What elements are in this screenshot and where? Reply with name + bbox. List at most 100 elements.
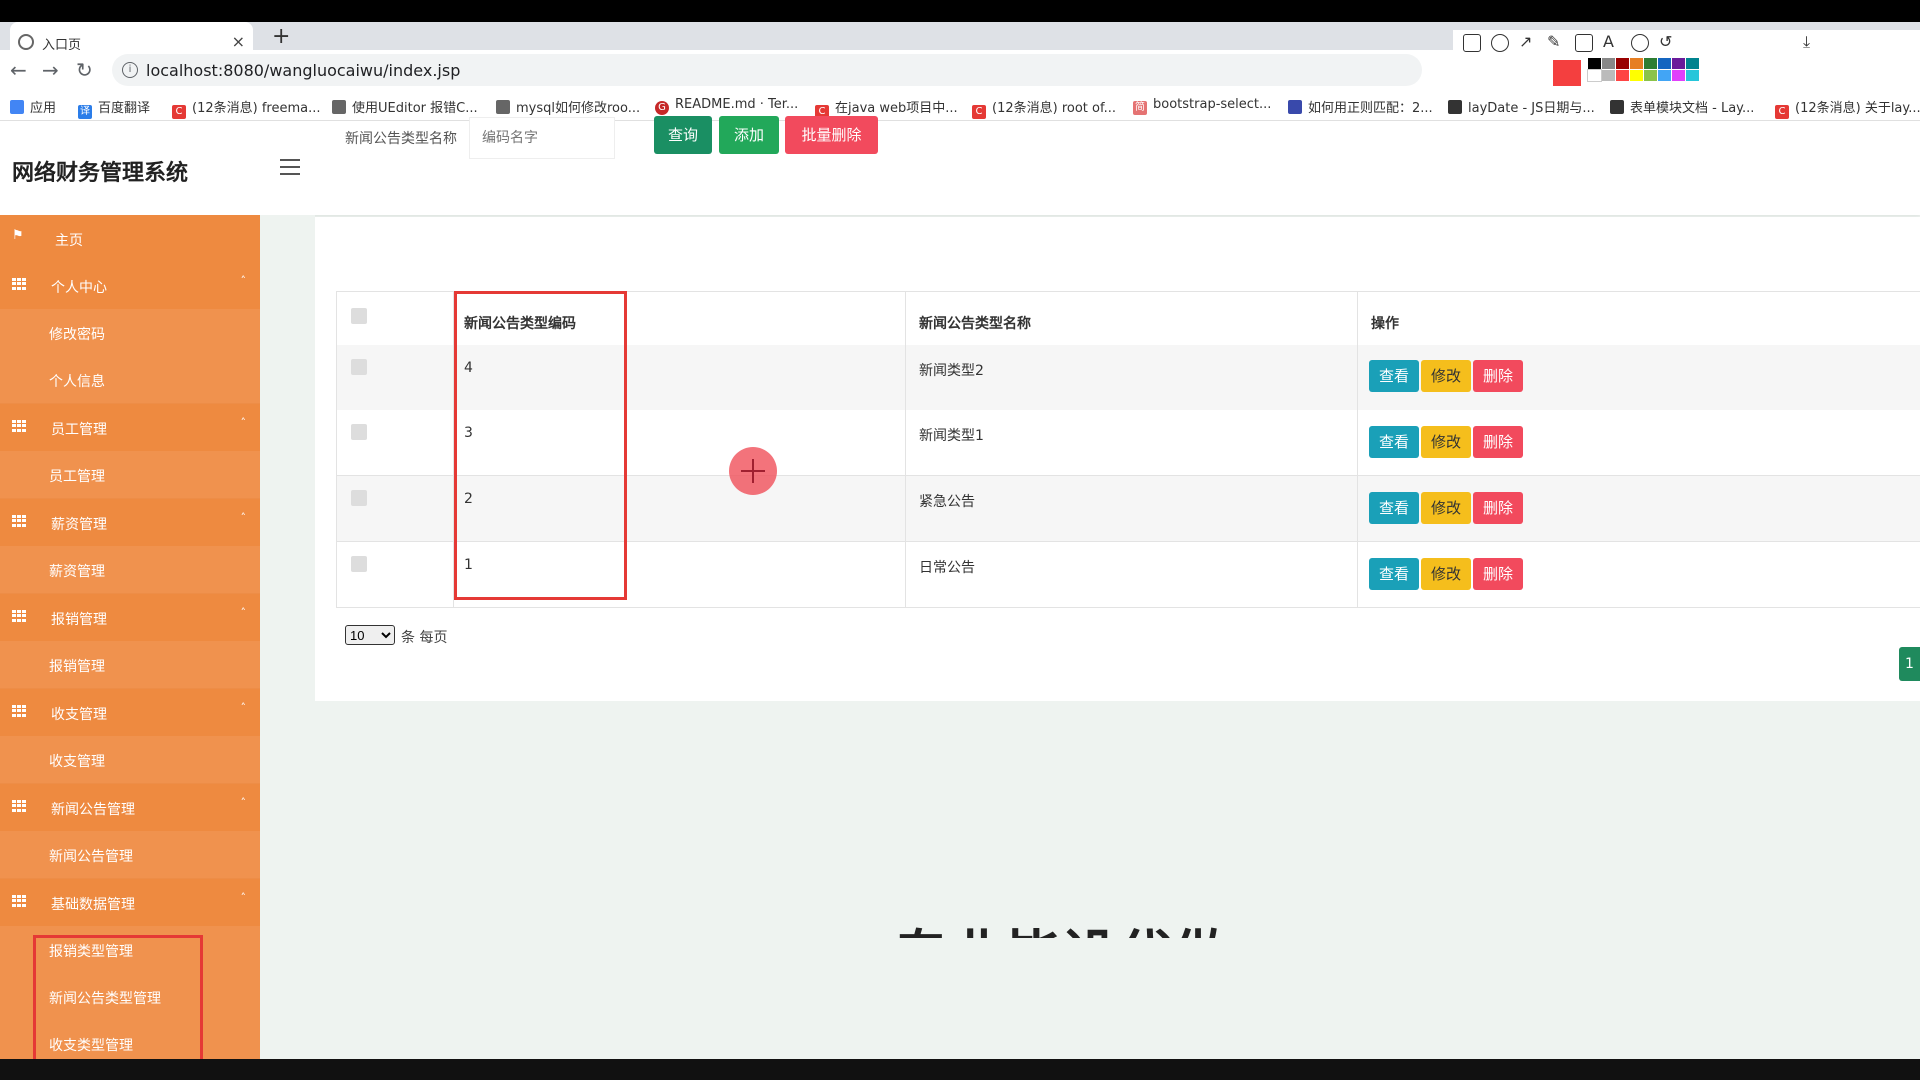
bookmark-item[interactable]: 简 bootstrap-select... <box>1133 97 1271 115</box>
bookmark-item[interactable]: C (12条消息) root of... <box>972 97 1116 119</box>
flag-icon: ⚑ <box>12 228 24 243</box>
csdn-icon: C <box>972 105 986 119</box>
row-name: 日常公告 <box>906 542 1358 607</box>
sidebar-item-employee[interactable]: 员工管理 <box>0 451 260 498</box>
sidebar-item-income[interactable]: 收支管理 <box>0 736 260 783</box>
sidebar-group-income[interactable]: 收支管理 ˄ <box>0 689 260 736</box>
add-button[interactable]: 添加 <box>719 116 779 154</box>
url-text: localhost:8080/wangluocaiwu/index.jsp <box>146 61 461 80</box>
page-number-button[interactable]: 1 <box>1899 647 1920 681</box>
sidebar-group-basic-data[interactable]: 基础数据管理 ˄ <box>0 879 260 926</box>
bookmark-item[interactable]: 使用UEditor 报错C... <box>332 97 478 116</box>
circle-tool-icon[interactable] <box>1491 34 1509 52</box>
page-size-select[interactable]: 10 <box>345 625 395 645</box>
row-checkbox[interactable] <box>351 490 367 506</box>
bookmark-item[interactable]: mysql如何修改roo... <box>496 97 640 116</box>
app-brand: 网络财务管理系统 <box>12 161 189 186</box>
grid-icon <box>12 278 26 290</box>
bookmark-item[interactable]: 表单模块文档 - Lay... <box>1610 97 1754 116</box>
color-palette[interactable] <box>1587 58 1699 82</box>
sidebar: ⚑ 主页 个人中心 ˄ 修改密码 个人信息 员工管理 ˄ 员工管理 薪资管理 ˄… <box>0 215 260 1059</box>
annotation-rectangle <box>454 291 627 600</box>
chevron-up-icon: ˄ <box>240 796 247 809</box>
delete-button[interactable]: 删除 <box>1473 492 1523 524</box>
sidebar-item-profile[interactable]: 个人信息 <box>0 356 260 403</box>
select-all-checkbox[interactable] <box>351 308 367 324</box>
bookmark-item[interactable]: C (12条消息) freema... <box>172 97 320 119</box>
mosaic-tool-icon[interactable] <box>1575 34 1593 52</box>
gitee-icon: G <box>655 101 669 115</box>
bookmark-item[interactable]: 如何用正则匹配：2... <box>1288 97 1433 116</box>
sidebar-group-personal[interactable]: 个人中心 ˄ <box>0 262 260 309</box>
delete-button[interactable]: 删除 <box>1473 360 1523 392</box>
grid-icon <box>12 610 26 622</box>
arrow-tool-icon[interactable]: ↗ <box>1519 32 1537 51</box>
sidebar-item-home[interactable]: ⚑ 主页 <box>0 215 260 262</box>
search-label: 新闻公告类型名称 <box>345 131 457 147</box>
annotation-rectangle <box>33 935 203 1059</box>
row-checkbox[interactable] <box>351 424 367 440</box>
bookmark-item[interactable]: 译百度翻译 <box>78 97 150 119</box>
sidebar-group-employee[interactable]: 员工管理 ˄ <box>0 404 260 451</box>
edit-button[interactable]: 修改 <box>1421 426 1471 458</box>
bookmark-icon <box>496 100 510 114</box>
row-checkbox[interactable] <box>351 359 367 375</box>
sidebar-item-news[interactable]: 新闻公告管理 <box>0 831 260 878</box>
bookmark-item[interactable]: C (12条消息) 关于lay... <box>1775 97 1920 119</box>
number-tool-icon[interactable] <box>1631 34 1649 52</box>
row-checkbox[interactable] <box>351 556 367 572</box>
sidebar-item-change-password[interactable]: 修改密码 <box>0 309 260 356</box>
forward-icon[interactable]: → <box>42 58 59 82</box>
rectangle-tool-icon[interactable] <box>1463 34 1481 52</box>
text-tool-icon[interactable]: A <box>1603 32 1621 51</box>
delete-button[interactable]: 删除 <box>1473 426 1523 458</box>
sidebar-group-news[interactable]: 新闻公告管理 ˄ <box>0 784 260 831</box>
globe-icon <box>18 34 34 50</box>
sidebar-group-reimbursement[interactable]: 报销管理 ˄ <box>0 594 260 641</box>
app-header: 网络财务管理系统 <box>0 121 1920 215</box>
edit-button[interactable]: 修改 <box>1421 360 1471 392</box>
download-icon[interactable]: ⤓ <box>1803 32 1821 51</box>
layui-icon <box>1448 100 1462 114</box>
sidebar-item-salary[interactable]: 薪资管理 <box>0 546 260 593</box>
edit-button[interactable]: 修改 <box>1421 492 1471 524</box>
reload-icon[interactable]: ↻ <box>76 58 93 82</box>
view-button[interactable]: 查看 <box>1369 492 1419 524</box>
pen-tool-icon[interactable]: ✎ <box>1547 32 1565 51</box>
sidebar-group-salary[interactable]: 薪资管理 ˄ <box>0 499 260 546</box>
chevron-up-icon: ˄ <box>240 606 247 619</box>
grid-icon <box>12 705 26 717</box>
view-button[interactable]: 查看 <box>1369 558 1419 590</box>
bookmark-apps[interactable]: 应用 <box>10 97 56 116</box>
undo-icon[interactable]: ↺ <box>1659 32 1677 51</box>
top-letterbox <box>0 0 1920 22</box>
bookmark-item[interactable]: layDate - JS日期与... <box>1448 97 1595 116</box>
csdn-icon: C <box>1775 105 1789 119</box>
banner-text: 专业毕设代做 <box>893 912 1229 938</box>
layui-icon <box>1610 100 1624 114</box>
grid-icon <box>12 420 26 432</box>
site-info-icon[interactable]: i <box>122 62 138 78</box>
batch-delete-button[interactable]: 批量删除 <box>785 116 878 154</box>
csdn-icon: C <box>172 105 186 119</box>
chevron-up-icon: ˄ <box>240 274 247 287</box>
jianshu-icon: 简 <box>1133 101 1147 115</box>
menu-toggle-icon[interactable] <box>280 159 300 175</box>
bookmarks-bar: 应用 译百度翻译 C (12条消息) freema... 使用UEditor 报错… <box>0 90 1920 121</box>
chevron-up-icon: ˄ <box>240 701 247 714</box>
edit-button[interactable]: 修改 <box>1421 558 1471 590</box>
sidebar-item-reimbursement[interactable]: 报销管理 <box>0 641 260 688</box>
view-button[interactable]: 查看 <box>1369 360 1419 392</box>
delete-button[interactable]: 删除 <box>1473 558 1523 590</box>
grid-icon <box>12 800 26 812</box>
chevron-up-icon: ˄ <box>240 511 247 524</box>
url-field[interactable]: i localhost:8080/wangluocaiwu/index.jsp <box>112 54 1422 86</box>
tab-close-icon[interactable]: × <box>232 32 245 51</box>
new-tab-button[interactable]: + <box>272 24 290 49</box>
view-button[interactable]: 查看 <box>1369 426 1419 458</box>
search-input[interactable] <box>469 117 615 159</box>
bookmark-item[interactable]: G README.md · Ter... <box>655 97 798 115</box>
query-button[interactable]: 查询 <box>654 116 712 154</box>
current-color-swatch[interactable] <box>1553 60 1581 86</box>
back-icon[interactable]: ← <box>10 58 27 82</box>
